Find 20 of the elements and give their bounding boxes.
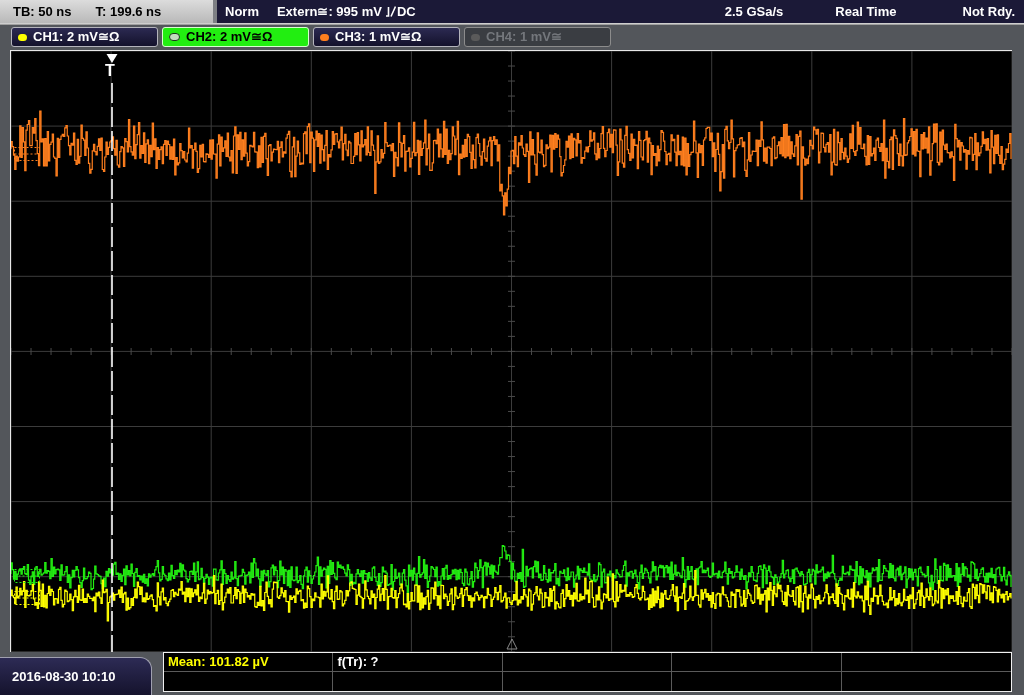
position-marker-icon — [506, 638, 518, 650]
trigger-source-readout: Extern≅: 995 mV — [276, 2, 382, 21]
measurement-readout: Mean: 101.82 µV — [168, 653, 269, 672]
trigger-mode-readout: Norm — [225, 2, 259, 21]
trigger-time-readout: T: 199.6 ns — [95, 2, 162, 21]
trigger-marker-icon[interactable] — [106, 54, 118, 63]
trigger-slope-icon — [385, 6, 396, 17]
timebase-readout: TB: 50 ns — [13, 2, 72, 21]
channel-tab[interactable]: CH3: 1 mV≅Ω — [313, 27, 460, 47]
measurement-readout: f(Tr): ? — [337, 653, 379, 672]
acquisition-mode-readout: Real Time — [835, 2, 897, 21]
channel-offset-marker-icon[interactable] — [14, 569, 40, 583]
channel-tab[interactable]: CH2: 2 mV≅Ω — [162, 27, 309, 47]
channel-offset-marker-icon[interactable] — [14, 147, 40, 161]
sample-rate-readout: 2.5 GSa/s — [724, 2, 784, 21]
channel-tab[interactable]: CH1: 2 mV≅Ω — [11, 27, 158, 47]
trigger-coupling-readout: DC — [396, 2, 416, 21]
acquisition-status-readout: Not Rdy. — [962, 2, 1015, 21]
trigger-marker-label: T — [105, 63, 115, 79]
date-time-readout: 2016-08-30 10:10 — [12, 667, 116, 686]
